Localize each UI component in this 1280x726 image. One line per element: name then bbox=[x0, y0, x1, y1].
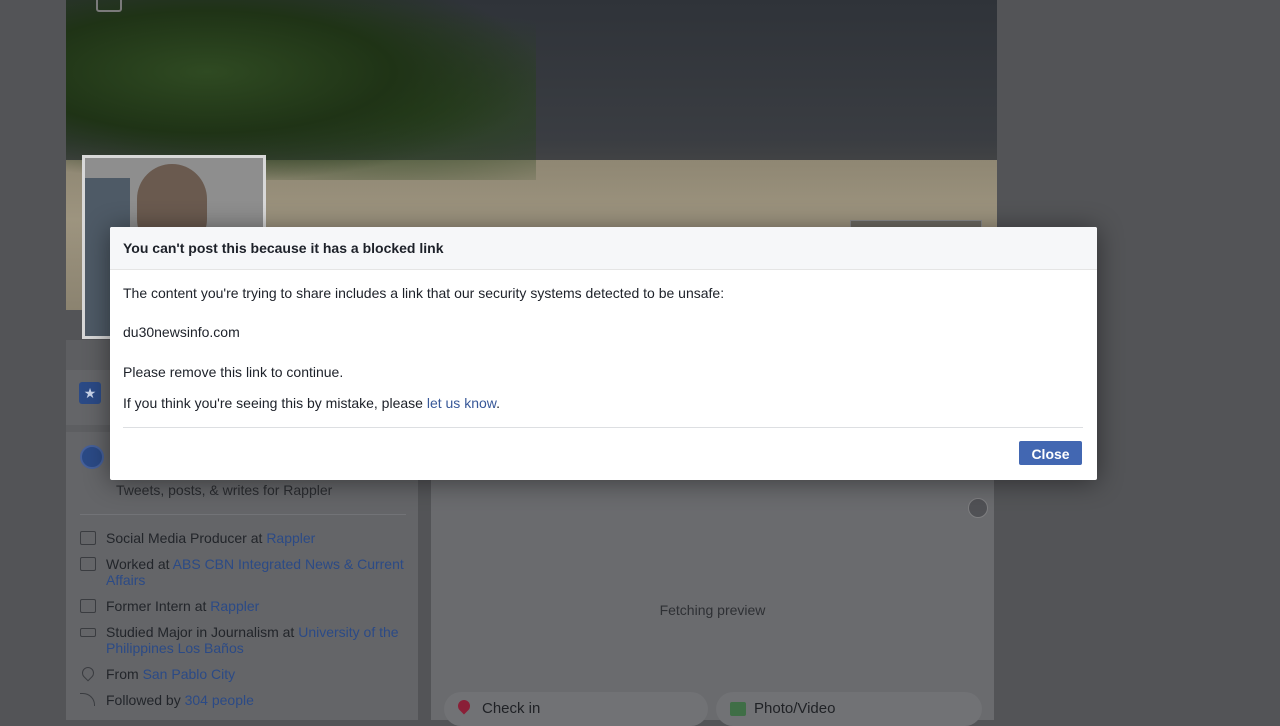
location-pin-icon bbox=[455, 697, 473, 715]
intro-item-work: Social Media Producer at Rappler bbox=[78, 530, 408, 546]
briefcase-icon bbox=[80, 599, 96, 613]
check-in-button[interactable]: Check in bbox=[444, 692, 708, 726]
intro-item-link[interactable]: 304 people bbox=[185, 692, 254, 708]
location-pin-icon bbox=[79, 664, 97, 682]
cover-photo-trees bbox=[66, 0, 536, 180]
blocked-link-dialog: You can't post this because it has a blo… bbox=[110, 227, 1097, 480]
intro-item-text: Former Intern at bbox=[106, 598, 211, 614]
briefcase-icon bbox=[80, 557, 96, 571]
intro-item-text: From bbox=[106, 666, 143, 682]
intro-tagline: Tweets, posts, & writes for Rappler bbox=[116, 482, 333, 498]
link-preview-status: Fetching preview bbox=[659, 602, 766, 618]
photo-video-label: Photo/Video bbox=[754, 700, 836, 717]
intro-item-internship: Former Intern at Rappler bbox=[78, 598, 408, 614]
intro-item-text: Worked at bbox=[106, 556, 173, 572]
dialog-message: The content you're trying to share inclu… bbox=[123, 285, 725, 301]
intro-item-link[interactable]: San Pablo City bbox=[143, 666, 236, 682]
let-us-know-link[interactable]: let us know bbox=[427, 395, 496, 411]
intro-item-text: Followed by bbox=[106, 692, 185, 708]
mistake-prefix: If you think you're seeing this by mista… bbox=[123, 395, 427, 411]
dialog-title: You can't post this because it has a blo… bbox=[123, 240, 444, 256]
intro-item-education: Studied Major in Journalism at Universit… bbox=[78, 624, 408, 656]
intro-item-link[interactable]: Rappler bbox=[266, 530, 315, 546]
intro-item-text: Social Media Producer at bbox=[106, 530, 267, 546]
intro-list: Social Media Producer at Rappler Worked … bbox=[78, 530, 408, 718]
blocked-link-text: du30newsinfo.com bbox=[123, 324, 240, 340]
intro-item-past-work: Worked at ABS CBN Integrated News & Curr… bbox=[78, 556, 408, 588]
photo-icon bbox=[730, 702, 746, 716]
dialog-instruction: Please remove this link to continue. bbox=[123, 364, 344, 380]
dialog-divider bbox=[123, 427, 1083, 428]
graduation-cap-icon bbox=[80, 628, 96, 637]
facebook-profile-page: ★ Tweets, posts, & writes for Rappler So… bbox=[0, 0, 1280, 726]
dialog-header: You can't post this because it has a blo… bbox=[110, 227, 1097, 270]
emoji-icon[interactable] bbox=[968, 498, 988, 518]
briefcase-icon bbox=[80, 531, 96, 545]
mistake-suffix: . bbox=[496, 395, 500, 411]
intro-item-link[interactable]: Rappler bbox=[210, 598, 259, 614]
photo-video-button[interactable]: Photo/Video bbox=[716, 692, 982, 726]
dialog-mistake-notice: If you think you're seeing this by mista… bbox=[123, 395, 500, 411]
check-in-label: Check in bbox=[482, 700, 541, 717]
close-button[interactable]: Close bbox=[1019, 441, 1082, 465]
globe-icon bbox=[80, 445, 104, 469]
post-composer bbox=[431, 480, 994, 720]
intro-divider bbox=[80, 514, 406, 515]
intro-item-hometown: From San Pablo City bbox=[78, 664, 408, 682]
intro-item-text: Studied Major in Journalism at bbox=[106, 624, 299, 640]
camera-icon[interactable] bbox=[96, 0, 122, 12]
followers-icon bbox=[80, 693, 95, 706]
star-icon: ★ bbox=[79, 382, 101, 404]
intro-item-followers: Followed by 304 people bbox=[78, 692, 408, 708]
